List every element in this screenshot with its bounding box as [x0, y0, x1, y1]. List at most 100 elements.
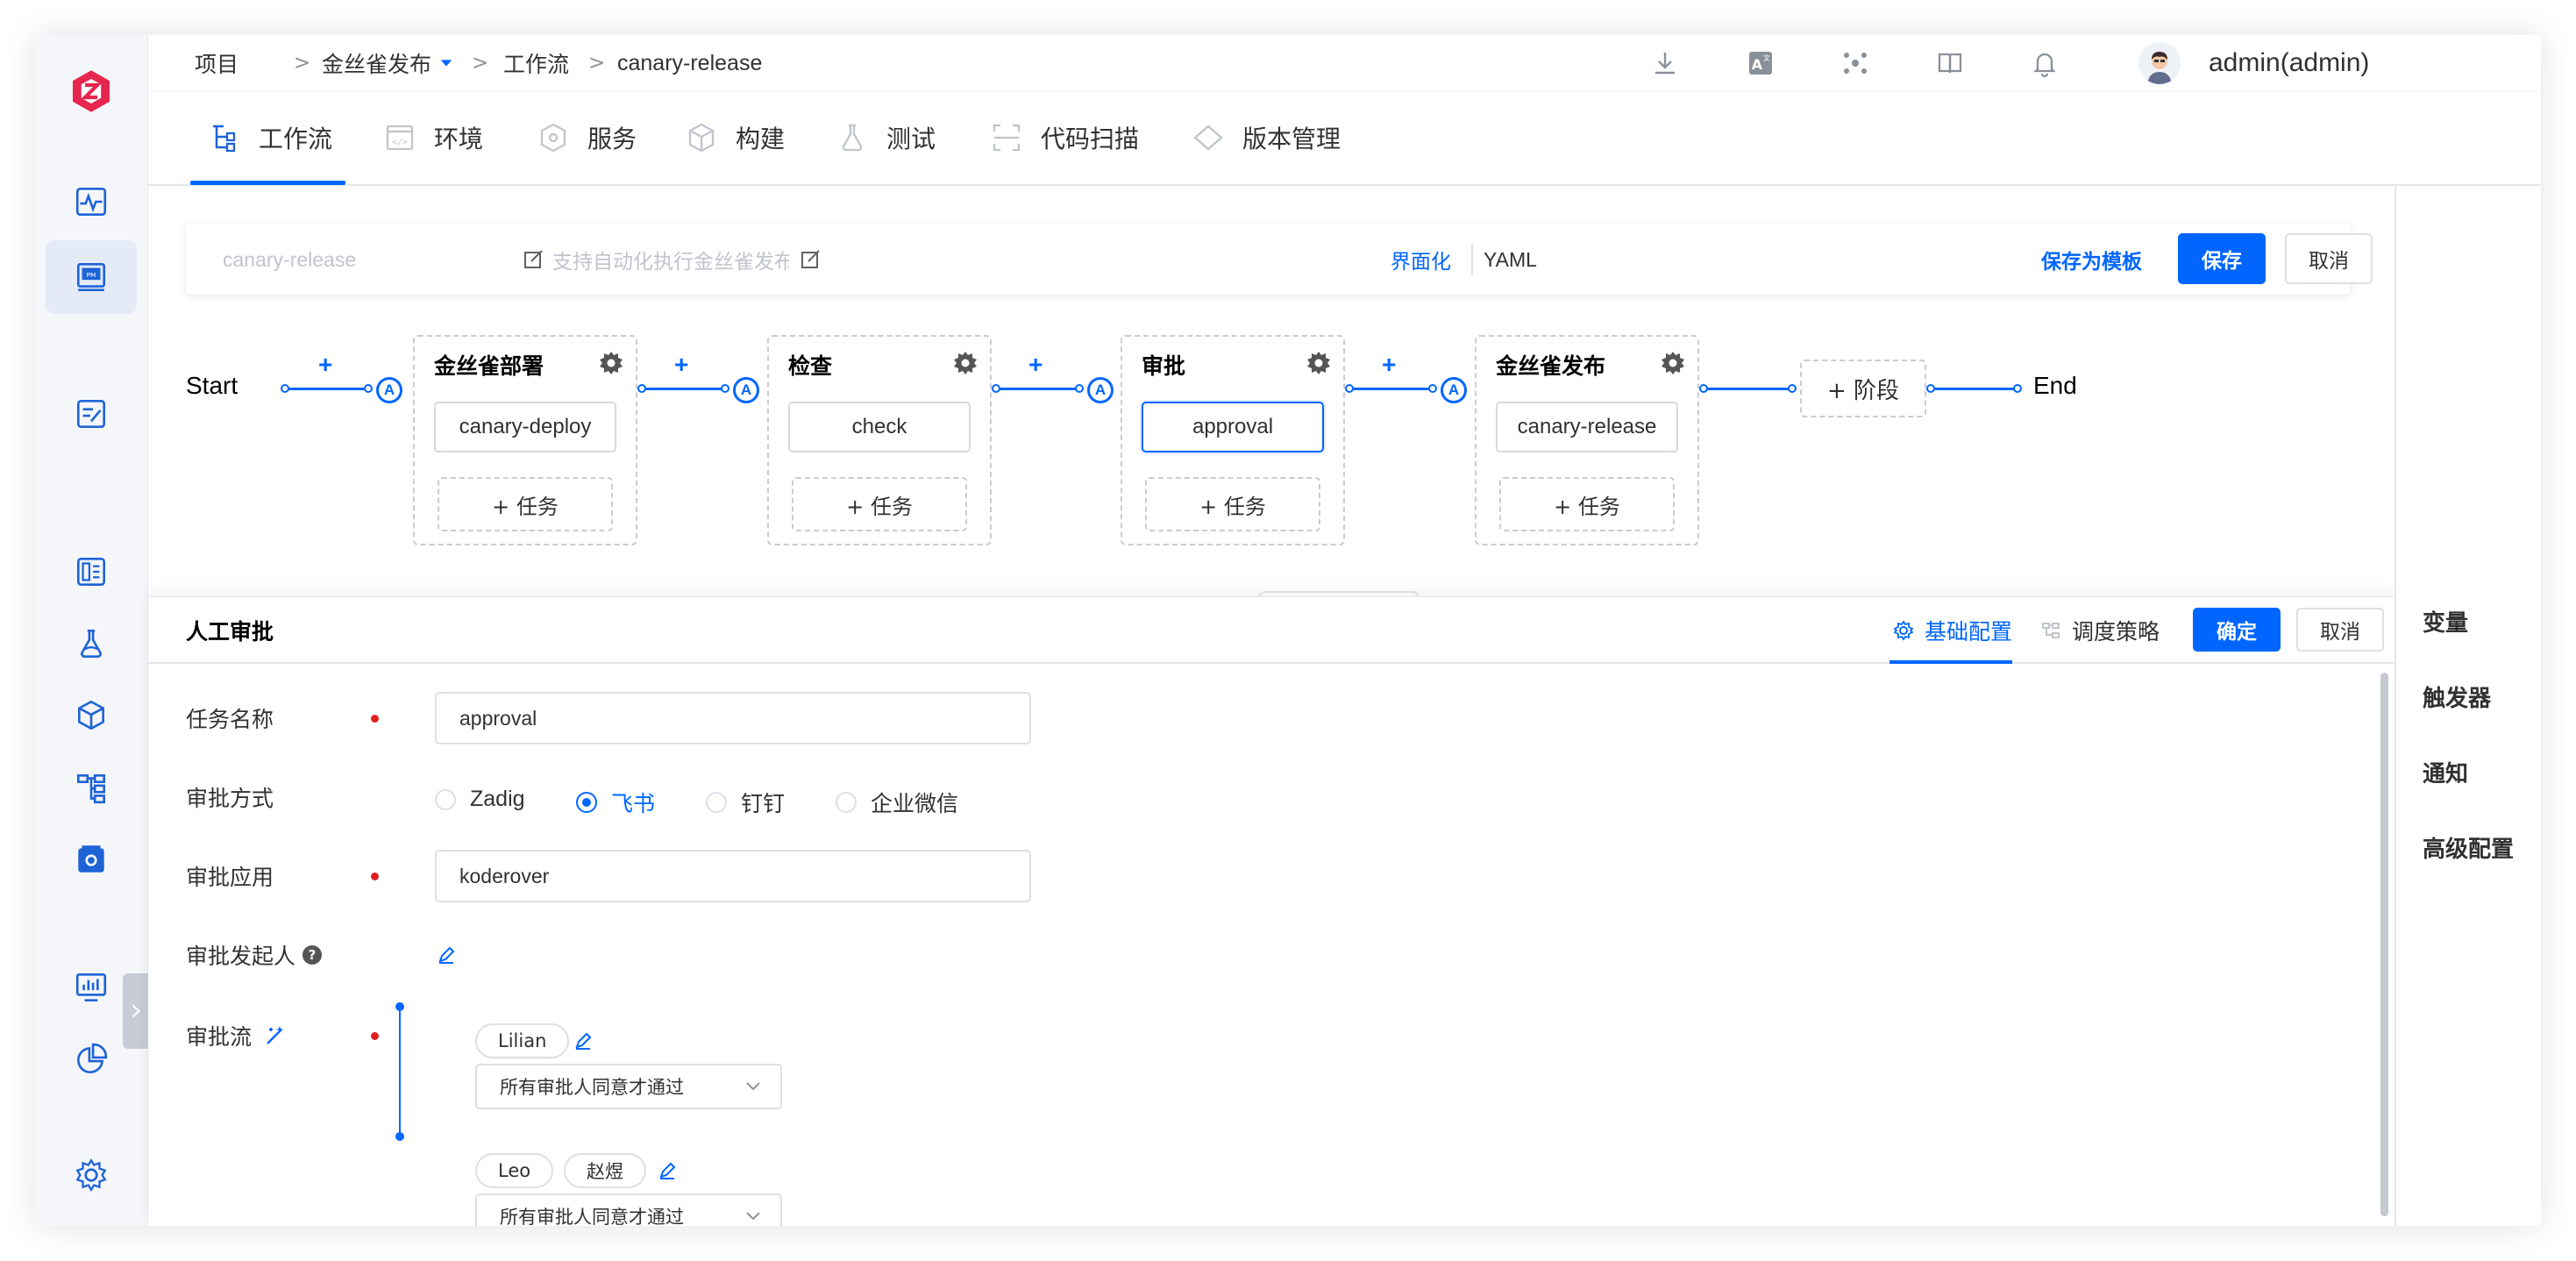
- settings-box-icon[interactable]: [46, 823, 137, 896]
- settings-gear-icon[interactable]: [46, 1138, 137, 1212]
- stage-settings-gear-icon[interactable]: [951, 349, 979, 377]
- radio-dingtalk[interactable]: 钉钉: [706, 787, 785, 818]
- flask-icon[interactable]: [46, 607, 137, 680]
- tab-workflow[interactable]: 工作流: [208, 91, 332, 184]
- breadcrumb-project[interactable]: 项目: [195, 35, 238, 91]
- add-task-button[interactable]: + 任务: [1499, 477, 1675, 531]
- reports-icon[interactable]: [46, 535, 137, 609]
- confirm-button[interactable]: 确定: [2193, 608, 2281, 652]
- project-management-icon[interactable]: PM: [46, 240, 137, 314]
- add-task-button[interactable]: + 任务: [792, 477, 967, 531]
- stage-title: 金丝雀发布: [1496, 353, 1606, 379]
- cluster-icon[interactable]: [1836, 44, 1875, 82]
- flow-node-dot: [395, 1002, 404, 1011]
- tab-code-scan[interactable]: 代码扫描: [990, 91, 1139, 184]
- breadcrumb-project-name[interactable]: 金丝雀发布: [322, 35, 454, 91]
- task-item-selected[interactable]: approval: [1142, 402, 1324, 452]
- svg-text:文: 文: [1763, 53, 1770, 62]
- workflow-name-input[interactable]: canary-release: [223, 224, 356, 295]
- add-stage-plus[interactable]: +: [318, 351, 332, 379]
- detail-scrollbar[interactable]: [2380, 673, 2388, 1216]
- help-icon[interactable]: ?: [302, 945, 323, 965]
- view-divider: [1471, 244, 1473, 275]
- add-stage-plus[interactable]: +: [674, 351, 688, 379]
- approval-app-input[interactable]: koderover: [435, 850, 1031, 902]
- right-panel-advanced[interactable]: 高级配置: [2423, 831, 2514, 864]
- add-stage-plus[interactable]: +: [1382, 351, 1396, 379]
- add-task-button[interactable]: + 任务: [438, 477, 613, 531]
- chevron-right-icon: [132, 1004, 141, 1018]
- task-item[interactable]: canary-release: [1496, 402, 1678, 452]
- sidebar-collapse-handle[interactable]: [123, 973, 149, 1049]
- approver-chip[interactable]: Lilian: [475, 1023, 570, 1058]
- approver-chip[interactable]: 赵煜: [564, 1153, 646, 1188]
- radio-circle: [435, 788, 456, 810]
- tab-build[interactable]: 构建: [685, 91, 785, 184]
- detail-cancel-button[interactable]: 取消: [2296, 608, 2384, 652]
- tab-test[interactable]: 测试: [836, 91, 936, 184]
- task-name-label: 任务名称: [186, 707, 274, 732]
- radio-wecom[interactable]: 企业微信: [836, 787, 958, 818]
- radio-label: 飞书: [611, 791, 656, 816]
- stage-settings-gear-icon[interactable]: [1305, 349, 1333, 377]
- tab-schedule-policy[interactable]: 调度策略: [2040, 597, 2160, 664]
- user-name[interactable]: admin(admin): [2209, 35, 2369, 91]
- edit-description-icon[interactable]: [800, 248, 822, 271]
- right-panel-triggers[interactable]: 触发器: [2423, 680, 2491, 713]
- docs-book-icon[interactable]: [1931, 44, 1969, 82]
- radio-zadig[interactable]: Zadig: [435, 787, 525, 812]
- edit-initiator-icon[interactable]: [436, 944, 457, 965]
- breadcrumb-workflow[interactable]: 工作流: [503, 35, 569, 91]
- detail-title: 人工审批: [186, 619, 274, 645]
- save-button[interactable]: 保存: [2178, 233, 2266, 284]
- edit-document-icon[interactable]: [46, 377, 137, 451]
- tab-environment[interactable]: </> 环境: [383, 91, 483, 184]
- monitor-pulse-icon[interactable]: [46, 165, 137, 239]
- pipeline-icon[interactable]: [46, 751, 137, 824]
- add-stage-button[interactable]: + 阶段: [1800, 360, 1926, 417]
- magic-wand-icon[interactable]: [262, 1022, 288, 1049]
- edit-approvers-icon[interactable]: [657, 1160, 678, 1181]
- avatar[interactable]: [2138, 42, 2181, 84]
- radio-feishu[interactable]: 飞书: [576, 787, 655, 818]
- svg-text:PM: PM: [87, 271, 96, 279]
- task-name-input[interactable]: approval: [435, 692, 1031, 744]
- flow-end: End: [2033, 372, 2077, 399]
- workflow-flow: Start + A 金丝雀部署 canary-deploy + 任务 + A 检…: [148, 335, 2395, 545]
- save-as-template-button[interactable]: 保存为模板: [2041, 224, 2142, 295]
- task-item[interactable]: check: [788, 402, 971, 452]
- tab-test-label: 测试: [886, 125, 936, 153]
- add-stage-plus[interactable]: +: [1028, 351, 1042, 379]
- right-panel-notifications[interactable]: 通知: [2423, 756, 2468, 788]
- notification-bell-icon[interactable]: [2025, 44, 2064, 82]
- approver-chip[interactable]: Leo: [475, 1153, 554, 1188]
- right-panel-variables[interactable]: 变量: [2423, 605, 2468, 638]
- tab-basic-config[interactable]: 基础配置: [1893, 597, 2012, 664]
- download-icon[interactable]: [1646, 44, 1684, 82]
- svg-text:</>: </>: [392, 138, 408, 147]
- edit-approvers-icon[interactable]: [573, 1030, 594, 1051]
- breadcrumb-separator: >: [472, 52, 489, 75]
- package-icon[interactable]: [46, 679, 137, 752]
- approval-policy-value: 所有审批人同意才通过: [500, 1077, 684, 1098]
- breadcrumb-separator: >: [294, 52, 311, 75]
- approve-type-label: 审批方式: [186, 786, 274, 811]
- view-yaml-toggle[interactable]: YAML: [1484, 224, 1537, 295]
- workflow-description-input[interactable]: 支持自动化执行金丝雀发布: [552, 224, 789, 295]
- breadcrumb-current: canary-release: [617, 50, 763, 75]
- edit-name-icon[interactable]: [523, 248, 545, 271]
- add-task-button[interactable]: + 任务: [1145, 477, 1320, 531]
- stage-settings-gear-icon[interactable]: [1659, 349, 1687, 377]
- editor-toolbar: canary-release 支持自动化执行金丝雀发布 界面化 YAML 保存为…: [186, 224, 2373, 295]
- radio-label: 企业微信: [871, 791, 959, 816]
- view-ui-toggle[interactable]: 界面化: [1391, 224, 1451, 295]
- stage-settings-gear-icon[interactable]: [597, 349, 625, 377]
- approval-policy-select[interactable]: 所有审批人同意才通过: [475, 1193, 782, 1226]
- logo-icon[interactable]: [46, 54, 137, 128]
- cancel-button[interactable]: 取消: [2285, 233, 2373, 284]
- tab-service[interactable]: 服务: [537, 91, 637, 184]
- tab-version[interactable]: 版本管理: [1192, 91, 1341, 184]
- translate-icon[interactable]: A文: [1741, 44, 1780, 82]
- task-item[interactable]: canary-deploy: [434, 402, 616, 452]
- approval-policy-select[interactable]: 所有审批人同意才通过: [475, 1064, 782, 1109]
